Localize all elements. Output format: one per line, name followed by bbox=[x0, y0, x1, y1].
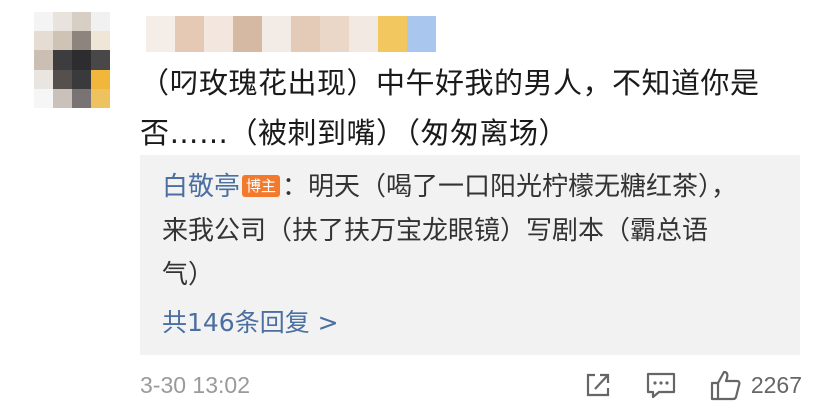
more-replies-link[interactable]: 共146条回复 > bbox=[162, 303, 339, 339]
share-icon[interactable] bbox=[583, 370, 613, 400]
like-button[interactable]: 2267 bbox=[709, 369, 802, 401]
blogger-badge: 博主 bbox=[242, 175, 281, 197]
comment-text: （叼玫瑰花出现）中午好我的男人，不知道你是否……（被刺到嘴）（匆匆离场） bbox=[140, 66, 760, 150]
reply-content: 白敬亭 博主 ：明天（喝了一口阳光柠檬无糖红茶），来我公司（扶了扶万宝龙眼镜）写剧本… bbox=[162, 165, 742, 297]
like-count: 2267 bbox=[750, 371, 802, 398]
comment-actions: 2267 bbox=[583, 368, 802, 402]
thumbs-up-icon bbox=[710, 370, 741, 401]
comment-timestamp: 3-30 13:02 bbox=[140, 372, 250, 398]
avatar[interactable] bbox=[34, 12, 110, 108]
username-blurred[interactable] bbox=[146, 16, 436, 52]
reply-author-link[interactable]: 白敬亭 bbox=[162, 172, 240, 202]
reply-box[interactable]: 白敬亭 博主 ：明天（喝了一口阳光柠檬无糖红茶），来我公司（扶了扶万宝龙眼镜）写剧本… bbox=[140, 155, 800, 355]
comment-icon[interactable] bbox=[645, 370, 677, 400]
